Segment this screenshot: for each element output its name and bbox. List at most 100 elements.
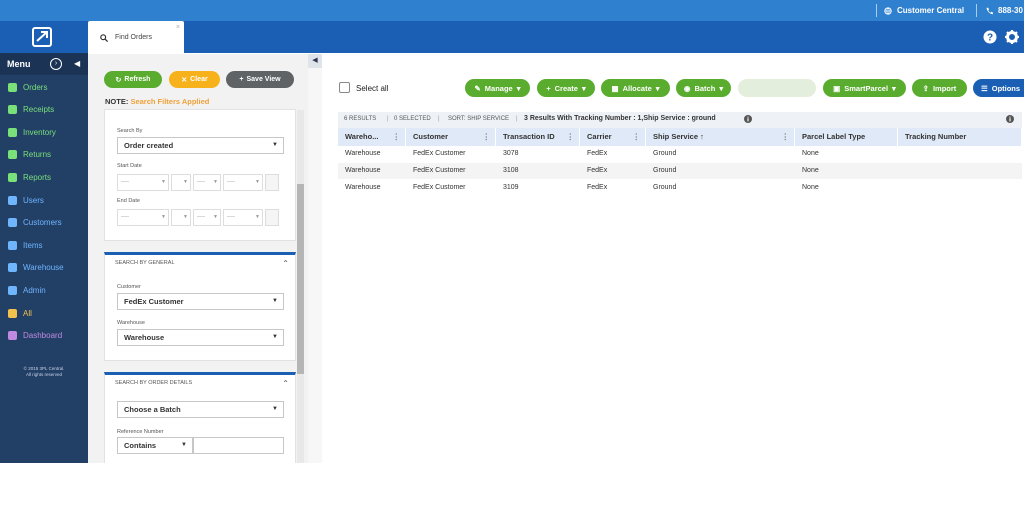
table-row[interactable]: Warehouse FedEx Customer 3078 FedEx Ground No… (338, 146, 1022, 162)
manage-button[interactable]: ✎ Manage ▾ (465, 79, 530, 97)
sidebar-item-label: Customers (23, 218, 62, 228)
column-header[interactable]: Customer ⋮ (406, 128, 496, 146)
smartparcel-button[interactable]: ▣ SmartParcel ▾ (823, 79, 906, 97)
column-header-label: Ship Service (653, 132, 699, 141)
clear-icon: ✕ (181, 76, 188, 84)
sidebar-item-dashboard[interactable]: Dashboard (0, 325, 88, 347)
disabled-action-button[interactable] (738, 79, 816, 97)
table-row[interactable]: Warehouse FedEx Customer 3109 FedEx Ground No… (338, 180, 1022, 196)
allocate-icon: ▦ (611, 83, 619, 93)
sidebar-item-all[interactable]: All (0, 302, 88, 324)
phone-link[interactable]: 888-30 (985, 6, 1023, 15)
search-by-select[interactable]: Order created ▼ (117, 137, 284, 154)
chevron-down-icon: ▼ (272, 142, 278, 148)
end-date-time[interactable]: ---- ▼ (223, 209, 263, 226)
sidebar-item-inventory[interactable]: Inventory (0, 121, 88, 143)
batch-button[interactable]: ◉ Batch ▾ (676, 79, 731, 97)
search-general-title: Search By General (115, 260, 175, 266)
search-by-value: Order created (124, 141, 174, 150)
logo-icon (32, 27, 52, 47)
refresh-icon: ↻ (115, 76, 122, 84)
sidebar-item-warehouse[interactable]: Warehouse (0, 257, 88, 279)
column-menu-icon[interactable]: ⋮ (782, 128, 790, 146)
refresh-button[interactable]: ↻ Refresh (104, 71, 162, 88)
save-view-button[interactable]: + Save View (226, 71, 294, 88)
column-header[interactable]: Wareho... ⋮ (338, 128, 406, 146)
tab-close-icon[interactable]: × (176, 24, 180, 31)
end-date-year[interactable]: ---- ▼ (193, 209, 221, 226)
warehouse-select[interactable]: Warehouse ▼ (117, 329, 284, 346)
info-icon[interactable] (744, 115, 752, 125)
column-menu-icon[interactable]: ⋮ (633, 128, 641, 146)
allocate-button[interactable]: ▦ Allocate ▾ (601, 79, 670, 97)
sidebar-item-admin[interactable]: Admin (0, 279, 88, 301)
chevron-up-icon[interactable]: ⌃ (282, 375, 289, 392)
summary-divider: | (516, 116, 518, 122)
create-button[interactable]: + Create ▾ (537, 79, 595, 97)
warehouse-label: Warehouse (117, 320, 145, 326)
start-date-month[interactable]: ---- ▼ (117, 174, 169, 191)
end-date-day[interactable]: ▼ (171, 209, 191, 226)
select-all-checkbox[interactable] (339, 82, 350, 93)
reference-mode-select[interactable]: Contains ▼ (117, 437, 193, 454)
start-date-year[interactable]: ---- ▼ (193, 174, 221, 191)
collapse-panel-icon[interactable]: ◀ (308, 54, 322, 68)
column-header[interactable]: Ship Service ↑ ⋮ (646, 128, 795, 146)
smartparcel-label: SmartParcel (844, 83, 889, 93)
calendar-icon[interactable] (265, 174, 279, 191)
scrollbar-thumb[interactable] (297, 184, 304, 374)
order-details-title: Search By Order Details (115, 380, 193, 386)
search-general-header[interactable]: Search By General ⌃ (105, 255, 295, 272)
customer-select[interactable]: FedEx Customer ▼ (117, 293, 284, 310)
customer-central-link[interactable]: Customer Central (884, 6, 964, 15)
chevron-down-icon: ▾ (581, 83, 586, 93)
sidebar-item-customers[interactable]: Customers (0, 212, 88, 234)
table-cell: FedEx (587, 150, 608, 157)
calendar-icon[interactable] (265, 209, 279, 226)
dashboard-icon (8, 331, 17, 341)
column-menu-icon[interactable]: ⋮ (483, 128, 491, 146)
menu-expand-icon[interactable]: › (50, 58, 62, 70)
column-header[interactable]: Carrier ⋮ (580, 128, 646, 146)
sidebar-item-returns[interactable]: Returns (0, 144, 88, 166)
end-date-month[interactable]: ---- ▼ (117, 209, 169, 226)
table-cell: Warehouse (345, 184, 381, 191)
batch-icon: ◉ (683, 83, 691, 93)
batch-select[interactable]: Choose a Batch ▼ (117, 401, 284, 418)
import-button[interactable]: ⇪ Import (912, 79, 967, 97)
warehouse-icon (8, 263, 17, 273)
table-row[interactable]: Warehouse FedEx Customer 3108 FedEx Ground No… (338, 163, 1022, 179)
start-date-day[interactable]: ▼ (171, 174, 191, 191)
list-icon: ☰ (981, 83, 988, 93)
reference-input[interactable] (193, 437, 284, 454)
order-details-header[interactable]: Search By Order Details ⌃ (105, 375, 295, 392)
help-icon[interactable]: ? (983, 30, 997, 44)
sidebar-item-reports[interactable]: Reports (0, 166, 88, 188)
sidebar-item-orders[interactable]: Orders (0, 76, 88, 98)
column-header-label: Transaction ID (503, 132, 555, 141)
table-cell: FedEx Customer (413, 167, 466, 174)
start-date-time[interactable]: ---- ▼ (223, 174, 263, 191)
sidebar-item-users[interactable]: Users (0, 189, 88, 211)
sidebar-item-label: Reports (23, 172, 52, 182)
gear-icon[interactable] (1005, 30, 1019, 44)
app-logo[interactable] (30, 27, 56, 47)
reference-mode-value: Contains (124, 441, 157, 450)
sidebar-item-label: Warehouse (23, 263, 64, 273)
tab-find-orders[interactable]: Find Orders × (88, 21, 184, 54)
info-icon[interactable] (1006, 115, 1014, 125)
column-menu-icon[interactable]: ⋮ (567, 128, 575, 146)
column-menu-icon[interactable]: ⋮ (393, 128, 401, 146)
options-button[interactable]: ☰ Options (973, 79, 1024, 97)
info-icon-svg (1006, 115, 1014, 123)
column-header[interactable]: Parcel Label Type (795, 128, 898, 146)
filter-scrollbar[interactable] (297, 110, 304, 463)
column-header[interactable]: Transaction ID ⋮ (496, 128, 580, 146)
sidebar-item-items[interactable]: Items (0, 234, 88, 256)
sidebar-item-receipts[interactable]: Receipts (0, 99, 88, 121)
clear-button[interactable]: ✕ Clear (169, 71, 220, 88)
chevron-up-icon[interactable]: ⌃ (282, 255, 289, 272)
sidebar-collapse-icon[interactable]: ◀ (74, 59, 80, 68)
column-header[interactable]: Tracking Number (898, 128, 1022, 146)
table-cell: Ground (653, 167, 677, 174)
